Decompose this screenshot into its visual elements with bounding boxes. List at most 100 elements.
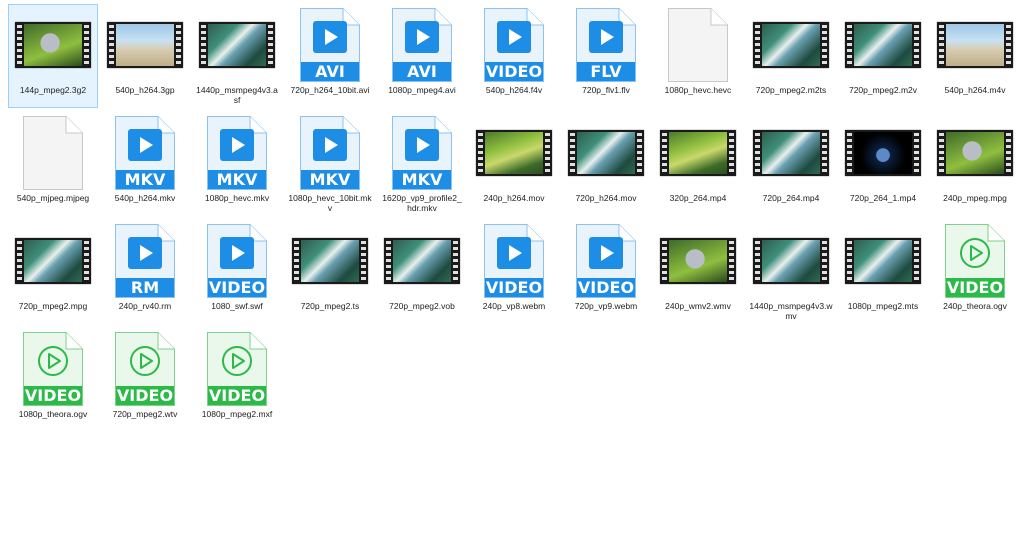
file-item[interactable]: MKV 1080p_hevc.mkv	[192, 112, 282, 216]
file-name: 540p_h264.3gp	[115, 85, 175, 95]
video-thumbnail	[845, 238, 921, 284]
file-item[interactable]: 540p_h264.m4v	[930, 4, 1020, 108]
file-item[interactable]: VIDEO 1080p_mpeg2.mxf	[192, 328, 282, 432]
video-thumbnail	[15, 238, 91, 284]
file-item[interactable]: 720p_mpeg2.ts	[285, 220, 375, 324]
file-item[interactable]: 240p_mpeg.mpg	[930, 112, 1020, 216]
file-item[interactable]: 720p_mpeg2.vob	[377, 220, 467, 324]
file-item[interactable]: 1080p_hevc.hevc	[653, 4, 743, 108]
video-thumbnail	[937, 130, 1013, 176]
play-icon	[36, 345, 70, 377]
file-item[interactable]: AVI 1080p_mpeg4.avi	[377, 4, 467, 108]
file-name: 720p_flv1.flv	[582, 85, 630, 95]
file-thumbnail	[931, 5, 1019, 85]
file-name: 320p_264.mp4	[669, 193, 727, 203]
thumbnail-frame	[208, 24, 266, 66]
video-thumbnail	[15, 22, 91, 68]
file-thumbnail	[286, 221, 374, 301]
video-thumbnail	[753, 22, 829, 68]
file-name: 1080p_mpeg2.mts	[847, 301, 919, 311]
file-item[interactable]: AVI 720p_h264_10bit.avi	[285, 4, 375, 108]
video-thumbnail	[660, 130, 736, 176]
file-type-badge: VIDEO	[24, 386, 82, 405]
file-item[interactable]: 240p_wmv2.wmv	[653, 220, 743, 324]
thumbnail-frame	[854, 240, 912, 282]
play-icon	[128, 345, 162, 377]
file-name: 720p_264_1.mp4	[849, 193, 917, 203]
file-type-badge: VIDEO	[577, 278, 635, 297]
file-item[interactable]: 540p_mjpeg.mjpeg	[8, 112, 98, 216]
file-thumbnail	[101, 5, 189, 85]
file-item[interactable]: VIDEO 240p_theora.ogv	[930, 220, 1020, 324]
file-item[interactable]: FLV 720p_flv1.flv	[561, 4, 651, 108]
file-page-shape	[23, 116, 83, 190]
thumbnail-frame	[24, 24, 82, 66]
thumbnail-frame	[946, 24, 1004, 66]
video-thumbnail	[845, 130, 921, 176]
file-item[interactable]: 720p_mpeg2.m2v	[838, 4, 928, 108]
file-type-badge: MKV	[116, 170, 174, 189]
file-name: 240p_theora.ogv	[943, 301, 1007, 311]
file-name: 1440p_msmpeg4v3.wmv	[749, 301, 833, 321]
file-name: 1080p_mpeg2.mxf	[201, 409, 273, 419]
thumbnail-frame	[393, 240, 451, 282]
file-thumbnail	[9, 221, 97, 301]
file-thumbnail	[931, 113, 1019, 193]
file-item[interactable]: VIDEO 540p_h264.f4v	[469, 4, 559, 108]
file-name: 720p_vp9.webm	[574, 301, 638, 311]
file-item[interactable]: 720p_mpeg2.mpg	[8, 220, 98, 324]
file-type-badge: AVI	[393, 62, 451, 81]
file-item[interactable]: MKV 1620p_vp9_profile2_hdr.mkv	[377, 112, 467, 216]
file-name: 540p_h264.f4v	[485, 85, 543, 95]
file-item[interactable]: MKV 1080p_hevc_10bit.mkv	[285, 112, 375, 216]
file-item[interactable]: 1080p_mpeg2.mts	[838, 220, 928, 324]
file-thumbnail: VIDEO	[193, 221, 281, 301]
video-file-icon: VIDEO	[483, 7, 545, 83]
file-item[interactable]: 720p_264_1.mp4	[838, 112, 928, 216]
file-type-badge: VIDEO	[485, 278, 543, 297]
file-item[interactable]: VIDEO 720p_mpeg2.wtv	[100, 328, 190, 432]
file-item[interactable]: 720p_264.mp4	[746, 112, 836, 216]
thumbnail-frame	[24, 240, 82, 282]
file-item[interactable]: 320p_264.mp4	[653, 112, 743, 216]
file-thumbnail	[654, 113, 742, 193]
video-file-icon: AVI	[299, 7, 361, 83]
file-thumbnail: VIDEO	[101, 329, 189, 409]
file-item[interactable]: VIDEO 1080_swf.swf	[192, 220, 282, 324]
file-item[interactable]: 720p_mpeg2.m2ts	[746, 4, 836, 108]
file-thumbnail	[839, 5, 927, 85]
file-name: 720p_mpeg2.ts	[300, 301, 360, 311]
file-type-badge: MKV	[208, 170, 266, 189]
thumbnail-frame	[854, 132, 912, 174]
thumbnail-frame	[762, 240, 820, 282]
file-item[interactable]: 540p_h264.3gp	[100, 4, 190, 108]
file-type-badge: FLV	[577, 62, 635, 81]
file-thumbnail	[9, 113, 97, 193]
file-item[interactable]: 1440p_msmpeg4v3.wmv	[746, 220, 836, 324]
file-name: 1620p_vp9_profile2_hdr.mkv	[382, 193, 462, 213]
file-item[interactable]: 720p_h264.mov	[561, 112, 651, 216]
file-item[interactable]: RM 240p_rv40.rm	[100, 220, 190, 324]
file-item[interactable]: VIDEO 240p_vp8.webm	[469, 220, 559, 324]
file-thumbnail: MKV	[286, 113, 374, 193]
video-thumbnail	[292, 238, 368, 284]
file-name: 1080p_mpeg4.avi	[388, 85, 456, 95]
theora-video-file-icon: VIDEO	[114, 331, 176, 407]
file-item[interactable]: MKV 540p_h264.mkv	[100, 112, 190, 216]
thumbnail-frame	[762, 24, 820, 66]
file-page-shape	[668, 8, 728, 82]
file-item[interactable]: 1440p_msmpeg4v3.asf	[192, 4, 282, 108]
video-file-icon: RM	[114, 223, 176, 299]
thumbnail-frame	[485, 132, 543, 174]
file-thumbnail: FLV	[562, 5, 650, 85]
file-item[interactable]: VIDEO 1080p_theora.ogv	[8, 328, 98, 432]
file-name: 1080p_hevc_10bit.mkv	[288, 193, 372, 213]
file-type-badge: VIDEO	[208, 386, 266, 405]
file-item[interactable]: VIDEO 720p_vp9.webm	[561, 220, 651, 324]
file-item[interactable]: 240p_h264.mov	[469, 112, 559, 216]
file-item[interactable]: 144p_mpeg2.3g2	[8, 4, 98, 108]
file-thumbnail: VIDEO	[470, 221, 558, 301]
play-icon	[405, 21, 439, 53]
thumbnail-frame	[669, 240, 727, 282]
file-thumbnail	[378, 221, 466, 301]
